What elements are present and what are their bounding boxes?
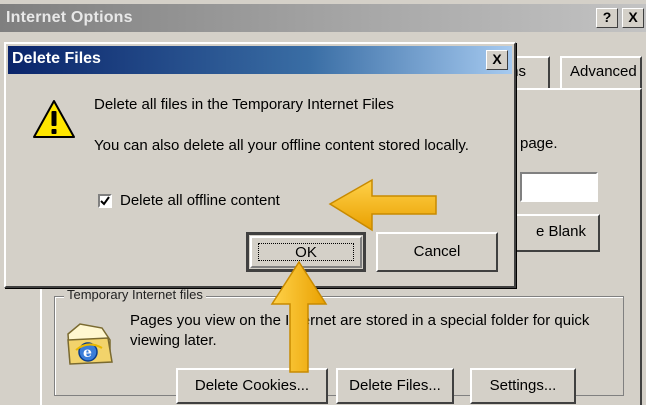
temporary-files-description: Pages you view on the Internet are store… xyxy=(130,312,590,349)
delete-files-titlebar[interactable]: Delete Files X xyxy=(8,46,512,74)
checkmark-icon xyxy=(100,196,110,206)
delete-files-button[interactable]: Delete Files... xyxy=(336,368,454,404)
folder-ie-icon: e xyxy=(67,323,113,365)
delete-files-title: Delete Files xyxy=(12,50,101,67)
internet-options-title: Internet Options xyxy=(6,9,133,26)
delete-offline-content-checkbox[interactable] xyxy=(98,194,112,208)
warning-icon xyxy=(33,100,75,138)
dialog-submessage: You can also delete all your offline con… xyxy=(94,137,469,154)
internet-options-titlebar[interactable]: Internet Options ? X xyxy=(0,4,646,32)
delete-files-dialog: Delete Files X Delete all files in the T… xyxy=(4,42,516,288)
delete-files-close-button[interactable]: X xyxy=(486,50,508,70)
tab-advanced[interactable]: Advanced xyxy=(560,56,642,88)
temporary-files-group-label: Temporary Internet files xyxy=(64,287,206,302)
home-page-description: page. xyxy=(520,135,558,152)
svg-text:e: e xyxy=(83,345,92,361)
dialog-message: Delete all files in the Temporary Intern… xyxy=(94,96,394,113)
home-page-address-input[interactable] xyxy=(520,172,598,202)
settings-button[interactable]: Settings... xyxy=(470,368,576,404)
help-button[interactable]: ? xyxy=(596,8,618,28)
arrow-up-icon xyxy=(270,260,328,373)
arrow-left-icon xyxy=(328,178,437,232)
internet-options-close-button[interactable]: X xyxy=(622,8,644,28)
cancel-button[interactable]: Cancel xyxy=(376,232,498,272)
delete-offline-content-label[interactable]: Delete all offline content xyxy=(120,192,280,209)
